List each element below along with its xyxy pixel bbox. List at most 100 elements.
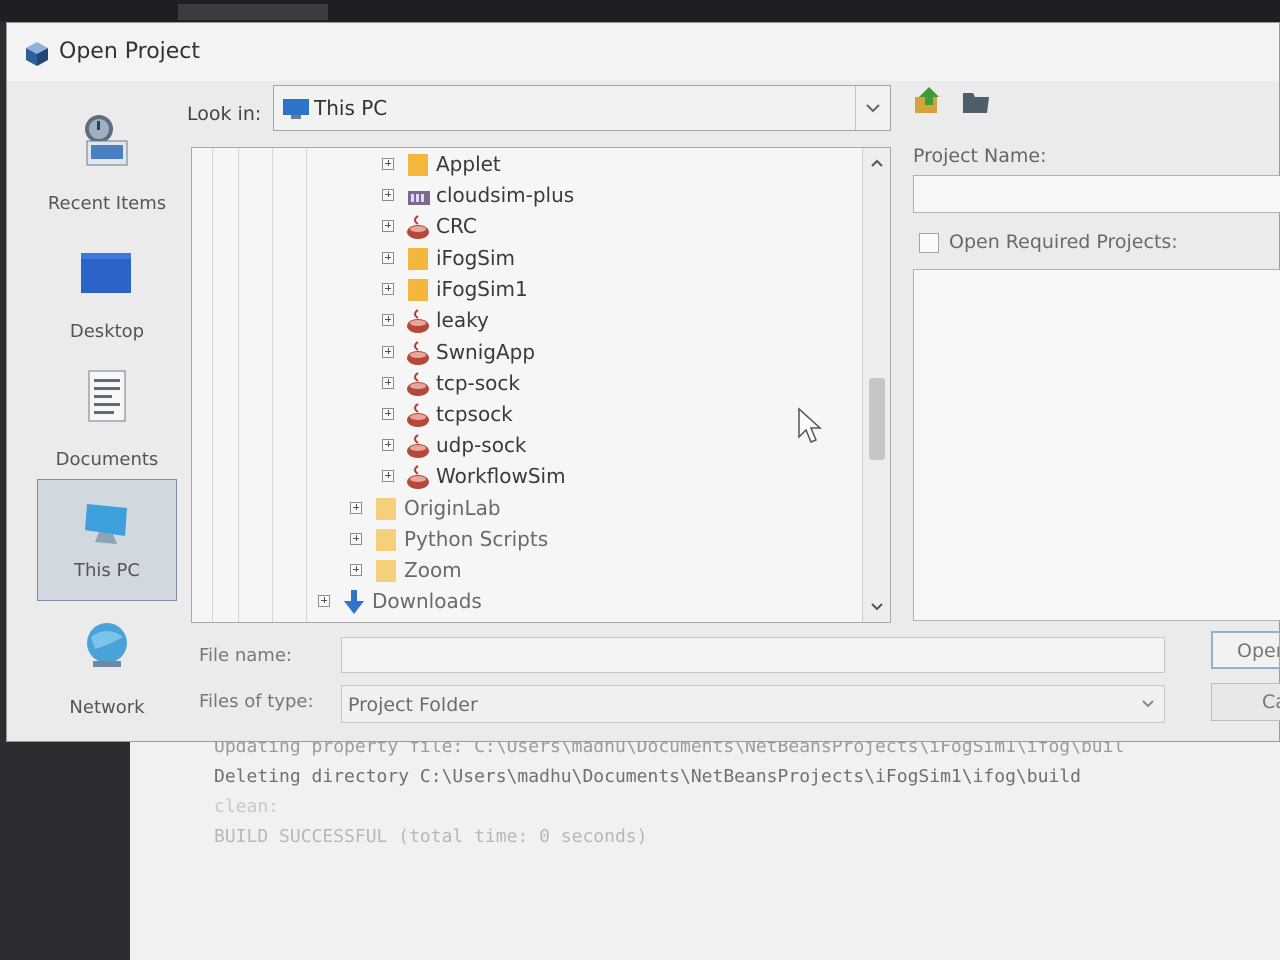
- java-project-icon: [407, 372, 429, 396]
- required-projects-list[interactable]: [913, 269, 1280, 621]
- expand-icon[interactable]: [382, 158, 394, 170]
- expand-icon[interactable]: [382, 283, 394, 295]
- library-icon: [408, 191, 430, 205]
- expand-icon[interactable]: [382, 189, 394, 201]
- ide-background-tab: [178, 4, 328, 20]
- sidebar-item-network[interactable]: Network: [37, 615, 177, 731]
- sidebar-item-label: Recent Items: [47, 193, 167, 214]
- tree-item-label: WorkflowSim: [436, 464, 566, 488]
- project-tree[interactable]: Applet cloudsim-plus CRC iFogSim iFogSim…: [191, 147, 891, 623]
- sidebar-item-label: Desktop: [69, 321, 145, 342]
- sidebar-item-this-pc[interactable]: This PC: [37, 479, 177, 601]
- expand-icon[interactable]: [382, 408, 394, 420]
- java-project-icon: [407, 434, 429, 458]
- expand-icon[interactable]: [350, 533, 362, 545]
- ide-background-bar: [0, 0, 1280, 22]
- chevron-down-icon: [866, 104, 880, 113]
- dialog-titlebar[interactable]: Open Project: [7, 23, 1279, 81]
- documents-icon: [88, 370, 126, 422]
- expand-icon[interactable]: [382, 252, 394, 264]
- java-project-icon: [407, 215, 429, 239]
- chevron-down-icon: [1142, 700, 1154, 708]
- sidebar-item-recent-items[interactable]: Recent Items: [37, 111, 177, 227]
- expand-icon[interactable]: [350, 564, 362, 576]
- recent-items-icon: [85, 115, 128, 166]
- console-line: Deleting directory C:\Users\madhu\Docume…: [214, 766, 1081, 787]
- tree-item-label: udp-sock: [436, 433, 527, 457]
- download-arrow-icon: [344, 590, 364, 614]
- scroll-down-button[interactable]: [863, 594, 890, 620]
- up-one-level-button[interactable]: [911, 85, 945, 119]
- tree-item-label: SwnigApp: [436, 340, 536, 364]
- open-required-projects-checkbox[interactable]: [919, 233, 939, 253]
- netbeans-cube-icon: [26, 42, 48, 66]
- tree-item-label: leaky: [436, 308, 489, 332]
- tree-item-label: tcpsock: [436, 402, 513, 426]
- java-project-icon: [407, 465, 429, 489]
- open-button-label: Open: [1237, 640, 1279, 662]
- look-in-value: This PC: [314, 96, 388, 120]
- folder-icon: [376, 529, 396, 551]
- expand-icon[interactable]: [318, 595, 330, 607]
- look-in-combobox[interactable]: This PC: [273, 85, 891, 131]
- tree-item-label: cloudsim-plus: [436, 183, 575, 207]
- files-of-type-combobox[interactable]: Project Folder: [341, 685, 1165, 723]
- scroll-up-button[interactable]: [863, 150, 890, 176]
- expand-icon[interactable]: [382, 439, 394, 451]
- tree-item-label: Python Scripts: [404, 527, 549, 551]
- sidebar-item-label: Documents: [55, 449, 159, 470]
- tree-item-label: iFogSim: [436, 246, 516, 270]
- java-project-icon: [407, 403, 429, 427]
- tree-guide-line: [272, 148, 273, 622]
- desktop-icon: [81, 253, 131, 293]
- console-line: BUILD SUCCESSFUL (total time: 0 seconds): [214, 826, 648, 847]
- tree-item-label: iFogSim1: [436, 277, 528, 301]
- expand-icon[interactable]: [350, 502, 362, 514]
- java-project-icon: [407, 309, 429, 333]
- chevron-up-icon: [871, 159, 883, 167]
- computer-icon: [85, 504, 127, 544]
- chevron-down-icon: [871, 603, 883, 611]
- scrollbar-thumb[interactable]: [869, 378, 885, 460]
- console-line: clean:: [214, 796, 280, 817]
- java-project-icon: [407, 341, 429, 365]
- sidebar-item-label: This PC: [74, 560, 140, 581]
- folder-icon: [376, 560, 396, 582]
- expand-icon[interactable]: [382, 470, 394, 482]
- expand-icon[interactable]: [382, 346, 394, 358]
- project-name-label: Project Name:: [913, 145, 1047, 167]
- tree-guide-line: [212, 148, 213, 622]
- file-name-label: File name:: [199, 645, 292, 666]
- project-name-field[interactable]: [913, 175, 1280, 213]
- tree-item-label: CRC: [436, 214, 477, 238]
- folder-up-icon: [915, 87, 939, 113]
- dialog-title: Open Project: [59, 39, 201, 64]
- file-name-input[interactable]: [341, 637, 1165, 673]
- tree-guide-line: [238, 148, 239, 622]
- sidebar-item-desktop[interactable]: Desktop: [37, 239, 177, 355]
- look-in-dropdown-button[interactable]: [855, 86, 890, 130]
- expand-icon[interactable]: [382, 220, 394, 232]
- tree-item-label: Downloads: [372, 589, 482, 613]
- network-icon: [87, 623, 127, 667]
- tree-item-label: tcp-sock: [436, 371, 520, 395]
- cancel-button[interactable]: Cancel: [1211, 683, 1280, 721]
- expand-icon[interactable]: [382, 377, 394, 389]
- open-project-dialog: Open Project Recent Items Desktop Docume…: [6, 22, 1280, 742]
- open-project-button[interactable]: Open: [1211, 631, 1280, 669]
- files-of-type-value: Project Folder: [348, 694, 478, 716]
- expand-icon[interactable]: [382, 314, 394, 326]
- sidebar-item-documents[interactable]: Documents: [37, 367, 177, 483]
- files-of-type-label: Files of type:: [199, 691, 314, 712]
- tree-guide-line: [306, 148, 307, 622]
- open-required-projects-label: Open Required Projects:: [949, 231, 1178, 253]
- tree-item-label: Applet: [436, 152, 501, 176]
- folder-icon: [408, 154, 428, 176]
- tree-vertical-scrollbar[interactable]: [862, 148, 890, 622]
- output-console: Updating property file: C:\Users\madhu\D…: [130, 730, 1280, 960]
- cancel-button-label: Cancel: [1262, 691, 1280, 713]
- tree-item-label: Zoom: [404, 558, 462, 582]
- new-folder-button[interactable]: [959, 85, 993, 119]
- folder-icon: [376, 498, 396, 520]
- new-folder-icon: [963, 93, 989, 113]
